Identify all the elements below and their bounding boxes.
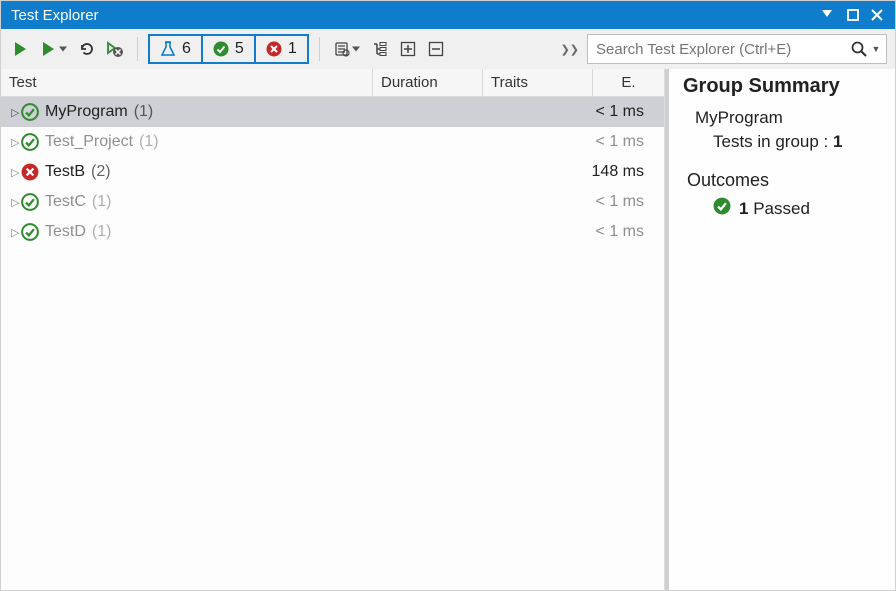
group-by-button[interactable] [368,39,392,59]
run-all-button[interactable] [9,39,33,59]
test-row[interactable]: ▷ TestD (1) < 1 ms [1,217,664,247]
status-icon [21,163,39,181]
settings-button[interactable] [330,39,364,59]
search-input[interactable] [596,41,848,58]
expand-icon[interactable]: ▷ [1,226,15,239]
column-duration[interactable]: Duration [373,69,483,96]
test-name: TestB [45,163,85,181]
test-duration: < 1 ms [554,133,664,151]
expand-all-button[interactable] [396,39,420,59]
fail-icon [266,41,282,57]
test-row[interactable]: ▷ TestB (2) 148 ms [1,157,664,187]
test-count: (1) [139,133,159,151]
run-button[interactable] [37,39,71,59]
summary-pane: Group Summary MyProgram Tests in group :… [665,69,895,590]
expand-icon[interactable]: ▷ [1,106,15,119]
repeat-last-run-button[interactable] [75,39,99,59]
column-headers: Test Duration Traits E. [1,69,664,97]
test-filters: 6 5 1 [148,34,309,64]
filter-passed-count: 5 [235,40,244,58]
search-box[interactable]: ▼ [587,34,887,64]
window-title: Test Explorer [11,7,817,24]
summary-title: Group Summary [683,75,881,98]
cancel-run-button[interactable] [103,39,127,59]
toolbar-overflow[interactable]: ❯❯ [557,43,583,56]
test-duration: 148 ms [554,163,664,181]
close-button[interactable] [865,3,889,27]
expand-icon[interactable]: ▷ [1,136,15,149]
test-row[interactable]: ▷ MyProgram (1) < 1 ms [1,97,664,127]
status-icon [21,193,39,211]
toolbar: 6 5 1 ❯❯ ▼ [1,29,895,69]
expand-icon[interactable]: ▷ [1,196,15,209]
test-row[interactable]: ▷ Test_Project (1) < 1 ms [1,127,664,157]
test-name: Test_Project [45,133,133,151]
test-name: TestC [45,193,86,211]
minimize-button[interactable] [817,3,841,27]
test-row[interactable]: ▷ TestC (1) < 1 ms [1,187,664,217]
filter-passed[interactable]: 5 [203,36,256,62]
summary-tests: Tests in group : 1 [683,132,881,152]
maximize-button[interactable] [841,3,865,27]
test-count: (2) [91,163,111,181]
test-count: (1) [134,103,154,121]
test-rows: ▷MyProgram(1)< 1 ms▷Test_Project(1)< 1 m… [1,97,664,590]
pass-icon [213,41,229,57]
pass-icon [713,197,731,220]
test-duration: < 1 ms [554,103,664,121]
column-traits[interactable]: Traits [483,69,593,96]
status-icon [21,223,39,241]
summary-outcomes-title: Outcomes [683,170,881,191]
test-tree-pane: Test Duration Traits E. ▷ MyProgram (1) < 1… [1,69,665,590]
flask-icon [160,41,176,57]
status-icon [21,103,39,121]
search-icon[interactable] [848,41,870,57]
test-name: MyProgram [45,103,128,121]
test-count: (1) [92,223,112,241]
test-duration: < 1 ms [554,223,664,241]
test-duration: < 1 ms [554,193,664,211]
filter-failed-count: 1 [288,40,297,58]
status-icon [21,133,39,151]
filter-failed[interactable]: 1 [256,36,307,62]
chevron-down-icon [59,45,67,53]
column-test[interactable]: Test [1,69,373,96]
column-error[interactable]: E. [593,69,664,96]
summary-outcome-line: 1 Passed [683,197,881,220]
titlebar: Test Explorer [1,1,895,29]
filter-total[interactable]: 6 [150,36,203,62]
expand-icon[interactable]: ▷ [1,166,15,179]
filter-total-count: 6 [182,40,191,58]
summary-group-name: MyProgram [683,108,881,128]
chevron-down-icon [352,45,360,53]
collapse-all-button[interactable] [424,39,448,59]
test-count: (1) [92,193,112,211]
search-dropdown[interactable]: ▼ [870,44,882,54]
test-name: TestD [45,223,86,241]
